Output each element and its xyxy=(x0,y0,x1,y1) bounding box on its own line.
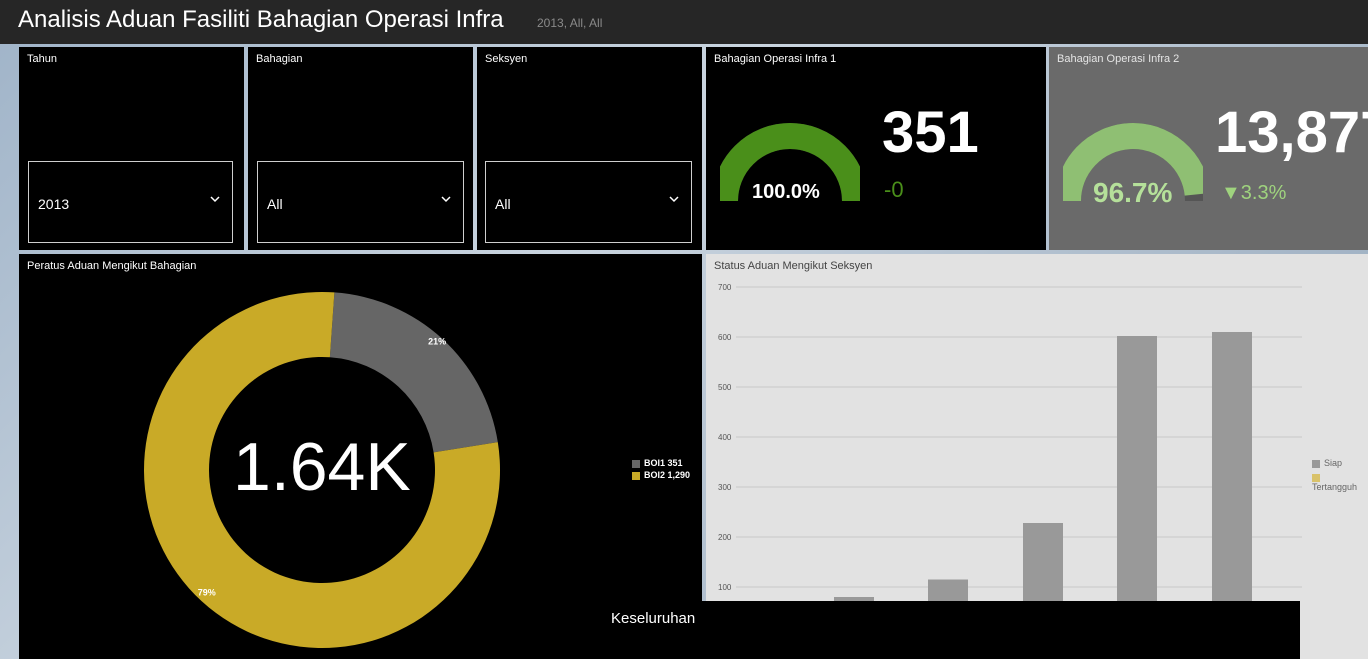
donut-legend: BOI1 351 BOI2 1,290 xyxy=(632,458,690,480)
y-tick-label: 300 xyxy=(718,483,732,492)
chevron-down-icon xyxy=(441,196,451,203)
legend-label: Tertangguh xyxy=(1312,482,1358,492)
legend-item: Siap xyxy=(1312,458,1368,468)
slice-label: 79% xyxy=(198,588,216,598)
legend-item: Tertangguh xyxy=(1312,472,1368,492)
y-tick-label: 600 xyxy=(718,333,732,342)
kpi-title: Bahagian Operasi Infra 1 xyxy=(714,53,837,65)
summary-bar[interactable]: Keseluruhan xyxy=(601,601,1300,659)
filter-tile-bahagian: Bahagian All xyxy=(248,47,473,250)
y-tick-label: 400 xyxy=(718,433,732,442)
legend-swatch xyxy=(1312,459,1320,468)
kpi-value: 13,877 xyxy=(1215,100,1368,165)
legend-label: BOI1 351 xyxy=(644,458,683,468)
bar[interactable] xyxy=(1212,332,1252,637)
gauge-percent: 100.0% xyxy=(752,181,820,203)
kpi-title: Bahagian Operasi Infra 2 xyxy=(1057,53,1180,65)
legend-item: BOI1 351 xyxy=(632,458,690,468)
donut-center-label: 1.64K xyxy=(233,429,411,505)
chevron-down-icon xyxy=(669,196,679,203)
y-tick-label: 200 xyxy=(718,533,732,542)
y-tick-label: 700 xyxy=(718,283,732,292)
legend-swatch xyxy=(632,471,640,480)
filter-label: Seksyen xyxy=(485,53,528,65)
donut-tile: Peratus Aduan Mengikut Bahagian 21% 79% 1… xyxy=(19,254,702,659)
summary-label: Keseluruhan xyxy=(611,610,696,627)
select-value: All xyxy=(495,196,511,212)
bar-legend: Siap Tertangguh xyxy=(1312,458,1368,492)
bahagian-select[interactable]: All xyxy=(257,161,464,243)
legend-label: BOI2 1,290 xyxy=(644,470,691,480)
slice-label: 21% xyxy=(428,336,446,346)
filter-tile-seksyen: Seksyen All xyxy=(477,47,702,250)
legend-swatch xyxy=(1312,473,1320,482)
legend-swatch xyxy=(632,459,640,468)
bar-chart-tile: Status Aduan Mengikut Seksyen 100 200 300 4… xyxy=(706,254,1368,659)
y-tick-label: 100 xyxy=(718,583,732,592)
filter-label: Tahun xyxy=(27,53,57,65)
kpi-delta: ▼3.3% xyxy=(1221,182,1287,204)
select-value: All xyxy=(267,196,283,212)
page-subtitle: 2013, All, All xyxy=(537,16,603,30)
chevron-down-icon xyxy=(210,196,220,203)
dashboard-header: Analisis Aduan Fasiliti Bahagian Operasi… xyxy=(0,0,1368,44)
tahun-select[interactable]: 2013 xyxy=(28,161,233,243)
select-value: 2013 xyxy=(38,196,70,212)
kpi-delta: -0 xyxy=(884,177,904,202)
gauge-percent: 96.7% xyxy=(1093,177,1173,208)
page-title: Analisis Aduan Fasiliti Bahagian Operasi… xyxy=(18,6,504,33)
legend-label: Siap xyxy=(1324,458,1343,468)
kpi-tile-boi1: Bahagian Operasi Infra 1 100.0% 351 -0 xyxy=(706,47,1046,250)
kpi-value: 351 xyxy=(882,100,979,165)
y-tick-label: 500 xyxy=(718,383,732,392)
filter-tile-tahun: Tahun 2013 xyxy=(19,47,244,250)
seksyen-select[interactable]: All xyxy=(485,161,692,243)
legend-item: BOI2 1,290 xyxy=(632,470,690,480)
kpi-tile-boi2: Bahagian Operasi Infra 2 96.7% 13,877 ▼3… xyxy=(1049,47,1368,250)
filter-label: Bahagian xyxy=(256,53,303,65)
bar-chart: 100 200 300 400 500 600 700 xyxy=(718,283,1302,637)
bar[interactable] xyxy=(1117,336,1157,637)
